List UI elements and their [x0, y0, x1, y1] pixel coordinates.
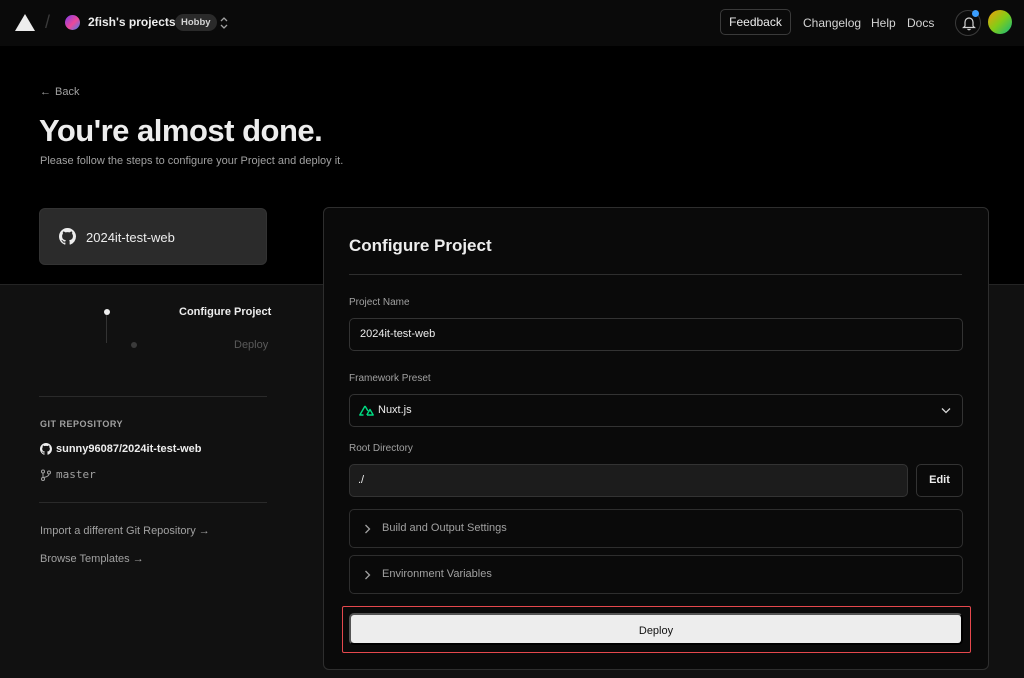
vercel-logo-icon[interactable]	[15, 14, 35, 31]
project-name-input[interactable]: 2024it-test-web	[349, 318, 963, 351]
edit-root-directory-button[interactable]: Edit	[916, 464, 963, 497]
configure-project-title: Configure Project	[349, 236, 492, 255]
github-icon	[59, 228, 76, 245]
environment-variables-label: Environment Variables	[382, 568, 492, 580]
step-configure-project: Configure Project	[179, 306, 272, 318]
git-branch-icon	[41, 469, 51, 481]
configure-project-panel	[323, 207, 989, 670]
chevron-right-icon	[365, 524, 371, 534]
git-branch: master	[40, 468, 96, 481]
page-title: You're almost done.	[39, 113, 323, 148]
notification-indicator	[972, 10, 979, 17]
import-git-repository-link[interactable]: Import a different Git Repository →	[40, 525, 210, 537]
deploy-button[interactable]: Deploy	[349, 613, 963, 645]
feedback-button[interactable]: Feedback	[720, 9, 791, 35]
team-name[interactable]: 2fish's projects	[88, 15, 176, 29]
framework-preset-select[interactable]: Nuxt.js	[349, 394, 963, 427]
arrow-left-icon: ←	[40, 86, 51, 98]
back-link[interactable]: ← Back	[40, 86, 79, 98]
step-connector	[106, 315, 107, 343]
repository-card: 2024it-test-web	[39, 208, 267, 265]
build-output-settings-accordion[interactable]: Build and Output Settings	[349, 509, 963, 548]
user-avatar[interactable]	[988, 10, 1012, 34]
back-label: Back	[55, 86, 80, 98]
framework-preset-value: Nuxt.js	[378, 404, 412, 416]
breadcrumb-separator: /	[45, 12, 51, 32]
github-icon	[40, 443, 52, 455]
nav-link-changelog[interactable]: Changelog	[803, 16, 861, 30]
team-avatar[interactable]	[65, 15, 80, 30]
root-directory-input: ./	[349, 464, 908, 497]
plan-badge: Hobby	[175, 14, 217, 31]
step-deploy: Deploy	[234, 339, 269, 351]
nuxt-logo-icon	[359, 405, 374, 416]
divider	[39, 502, 267, 503]
step-indicator-active	[104, 309, 110, 315]
step-indicator	[131, 342, 137, 348]
chevron-down-icon	[941, 408, 951, 414]
build-output-settings-label: Build and Output Settings	[382, 522, 507, 534]
browse-templates-link[interactable]: Browse Templates →	[40, 553, 144, 565]
environment-variables-accordion[interactable]: Environment Variables	[349, 555, 963, 594]
nav-link-help[interactable]: Help	[871, 16, 896, 30]
git-branch-name: master	[56, 468, 96, 481]
chevron-right-icon	[365, 570, 371, 580]
divider	[349, 274, 962, 275]
divider	[39, 396, 267, 397]
root-directory-label: Root Directory	[349, 443, 413, 454]
repository-card-name: 2024it-test-web	[86, 230, 175, 245]
page-subtitle: Please follow the steps to configure you…	[40, 155, 344, 167]
git-repository-heading: GIT REPOSITORY	[40, 419, 124, 429]
framework-preset-label: Framework Preset	[349, 373, 431, 384]
git-repository-name: sunny96087/2024it-test-web	[56, 443, 202, 455]
git-repository-link[interactable]: sunny96087/2024it-test-web	[40, 443, 202, 455]
bell-icon	[962, 17, 976, 31]
top-navigation-bar: / 2fish's projects Hobby Feedback Change…	[0, 0, 1024, 46]
team-switcher-icon[interactable]	[219, 15, 229, 31]
project-name-label: Project Name	[349, 297, 410, 308]
nav-link-docs[interactable]: Docs	[907, 16, 934, 30]
